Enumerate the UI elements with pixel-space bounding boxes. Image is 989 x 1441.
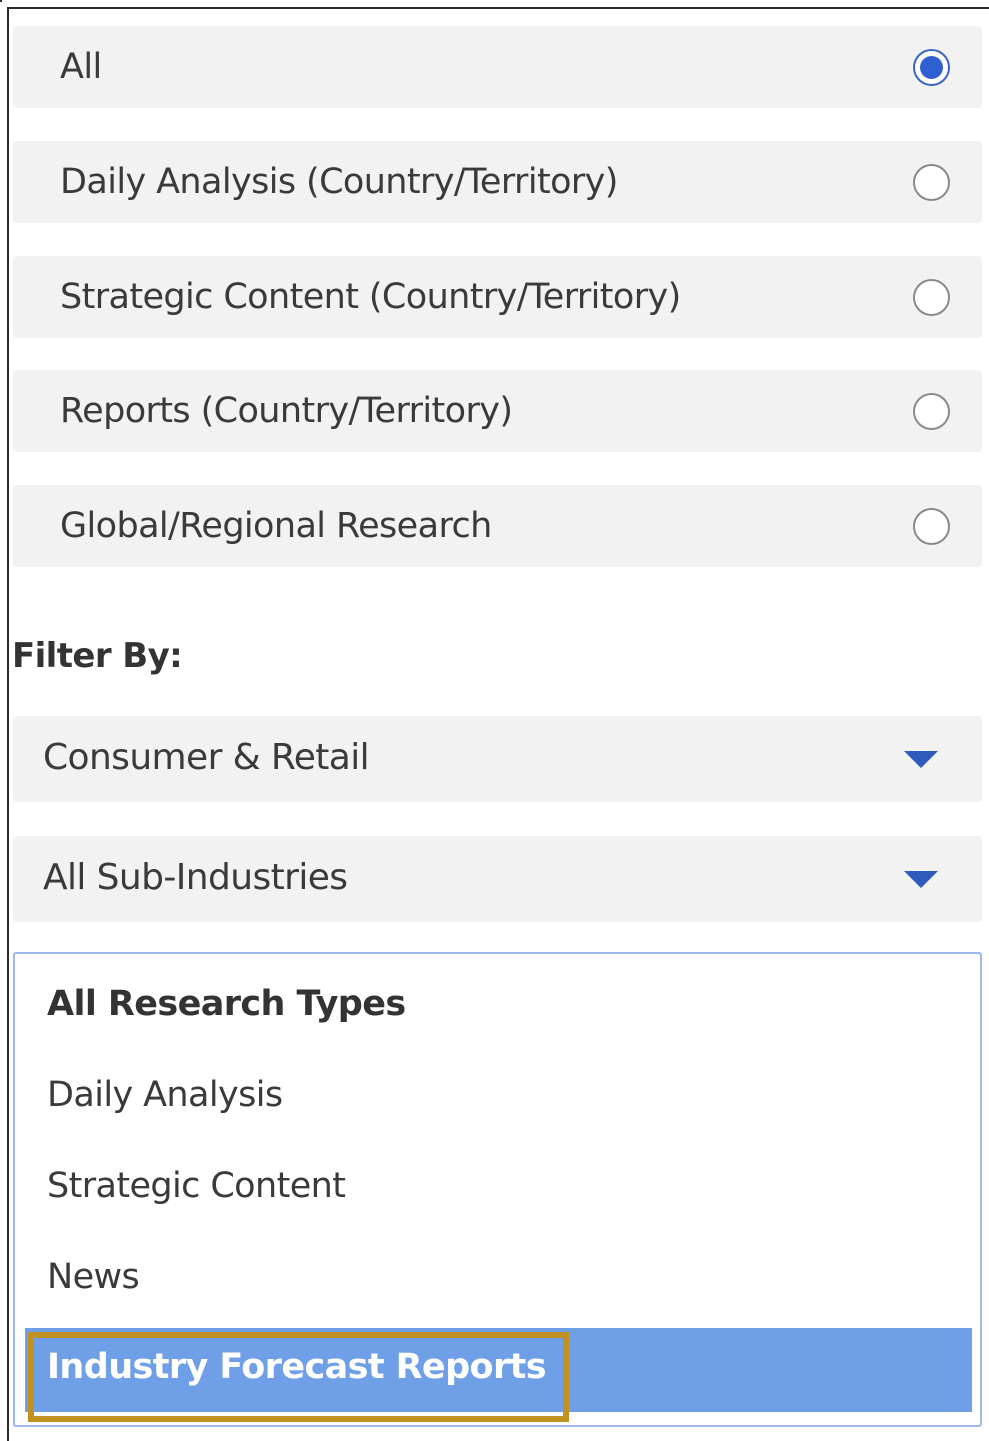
option-daily-analysis[interactable]: Daily Analysis xyxy=(47,1075,283,1115)
radio-option-label: Daily Analysis (Country/Territory) xyxy=(60,162,618,202)
radio-checked-icon[interactable] xyxy=(913,48,950,86)
caret-down-icon[interactable] xyxy=(904,751,938,768)
radio-unchecked-icon[interactable] xyxy=(913,392,950,430)
radio-option-label: Reports (Country/Territory) xyxy=(60,391,513,431)
radio-option-strategic-content[interactable]: Strategic Content (Country/Territory) xyxy=(13,256,982,338)
option-all-research-types[interactable]: All Research Types xyxy=(47,984,406,1024)
radio-option-global-regional-research[interactable]: Global/Regional Research xyxy=(13,485,982,567)
industry-select[interactable]: Consumer & Retail xyxy=(13,716,982,802)
research-type-dropdown-list: All Research Types Daily Analysis Strate… xyxy=(13,952,982,1427)
option-news[interactable]: News xyxy=(47,1257,140,1297)
radio-option-daily-analysis[interactable]: Daily Analysis (Country/Territory) xyxy=(13,141,982,223)
frame-corner xyxy=(0,0,2,2)
radio-option-label: Global/Regional Research xyxy=(60,506,492,546)
radio-option-label: All xyxy=(60,47,102,87)
radio-unchecked-icon[interactable] xyxy=(913,507,950,545)
industry-select-value: Consumer & Retail xyxy=(43,737,370,778)
selected-option-label: Industry Forecast Reports xyxy=(47,1347,547,1387)
frame-border-left xyxy=(7,7,9,1441)
radio-option-label: Strategic Content (Country/Territory) xyxy=(60,277,681,317)
sub-industry-select-value: All Sub-Industries xyxy=(43,857,348,898)
radio-unchecked-icon[interactable] xyxy=(913,163,950,201)
sub-industry-select[interactable]: All Sub-Industries xyxy=(13,836,982,922)
filter-by-heading: Filter By: xyxy=(12,636,183,676)
option-strategic-content[interactable]: Strategic Content xyxy=(47,1166,346,1206)
radio-option-all[interactable]: All xyxy=(13,26,982,108)
radio-option-reports[interactable]: Reports (Country/Territory) xyxy=(13,370,982,452)
caret-down-icon[interactable] xyxy=(904,871,938,888)
radio-unchecked-icon[interactable] xyxy=(913,278,950,316)
option-industry-forecast-reports[interactable]: Industry Forecast Reports xyxy=(25,1328,972,1412)
frame-border-top xyxy=(7,7,989,9)
